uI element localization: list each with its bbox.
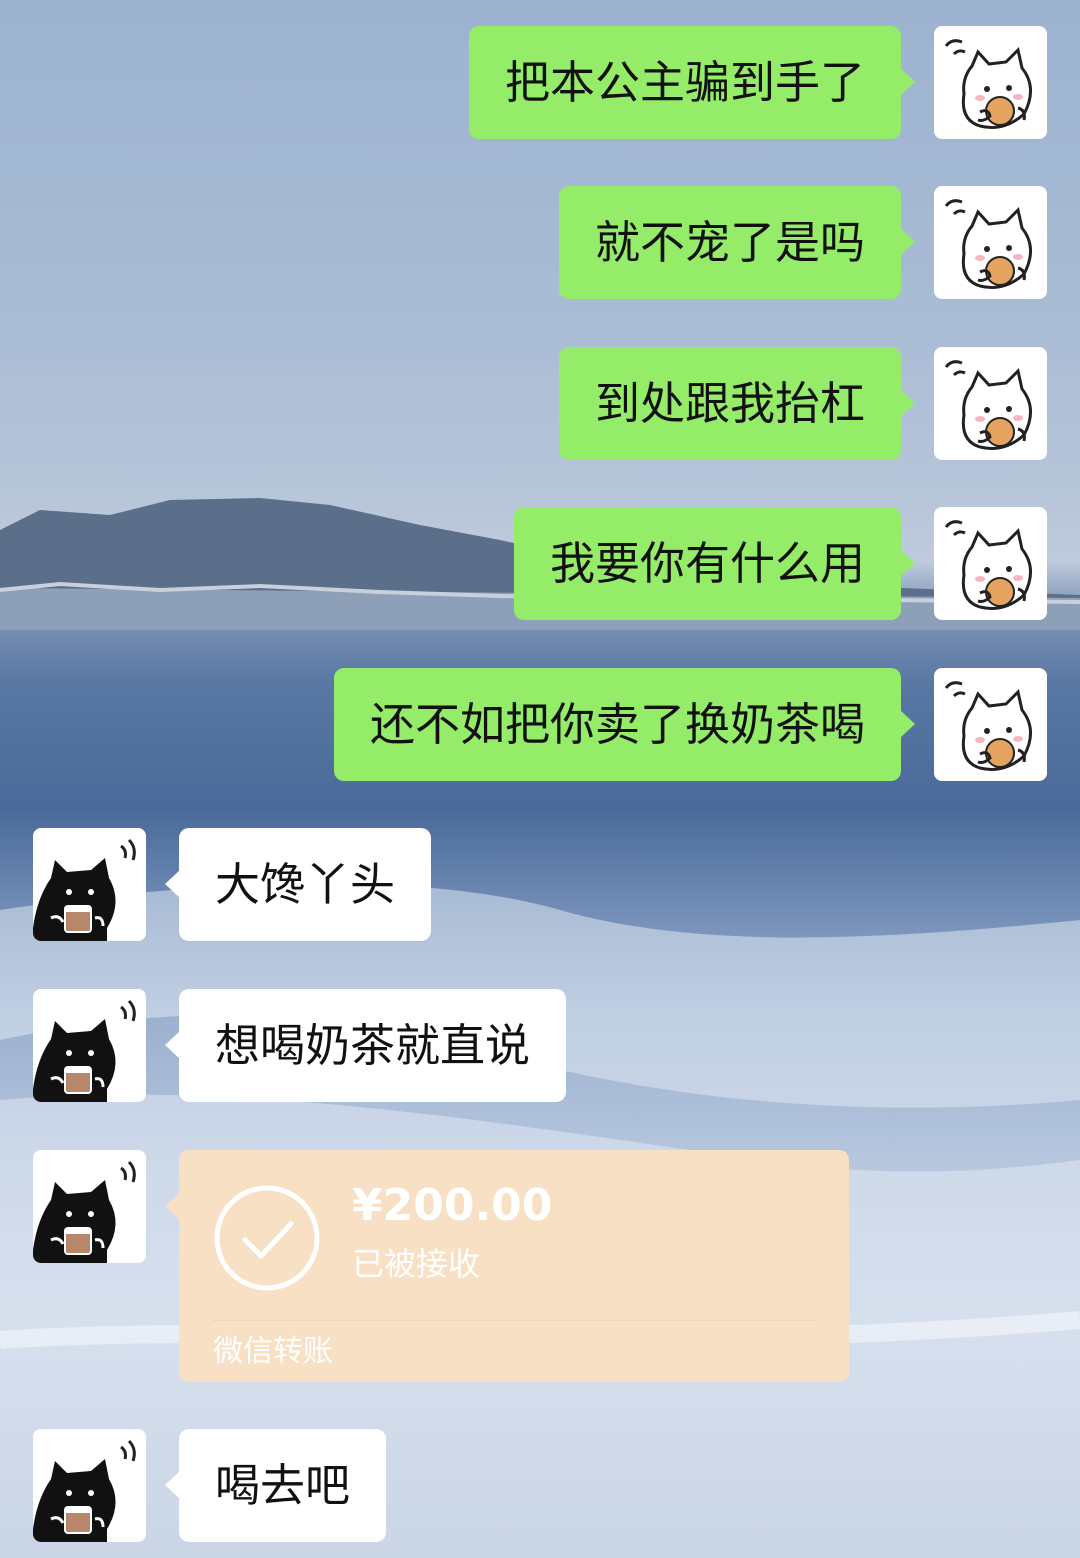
white-cat-icon (944, 199, 1032, 289)
black-cat-icon (33, 838, 136, 941)
message-bubble[interactable]: 我要你有什么用 (513, 507, 916, 620)
self-avatar[interactable] (934, 26, 1047, 139)
transfer-amount: ¥200.00 (352, 1180, 553, 1231)
transfer-brand-label: 微信转账 (213, 1334, 333, 1369)
white-cat-icon (944, 360, 1032, 450)
message-bubble[interactable]: 就不宠了是吗 (558, 186, 916, 299)
transfer-card[interactable]: ¥200.00 已被接收 微信转账 (165, 1150, 849, 1382)
self-avatar[interactable] (934, 507, 1047, 620)
self-avatar[interactable] (934, 186, 1047, 299)
message-bubble[interactable]: 把本公主骗到手了 (468, 26, 916, 139)
black-cat-icon (33, 1160, 136, 1263)
message-row-outgoing: 把本公主骗到手了 (468, 26, 1047, 139)
contact-avatar[interactable] (33, 1150, 146, 1263)
black-cat-icon (33, 1439, 136, 1542)
contact-avatar[interactable] (33, 989, 146, 1102)
black-cat-icon (33, 999, 136, 1102)
self-avatar[interactable] (934, 668, 1047, 781)
contact-avatar[interactable] (33, 828, 146, 941)
message-bubble[interactable]: 还不如把你卖了换奶茶喝 (333, 668, 916, 781)
white-cat-icon (944, 520, 1032, 610)
message-row-outgoing: 我要你有什么用 (513, 507, 1047, 620)
message-row-incoming: 想喝奶茶就直说 (33, 989, 567, 1102)
message-row-incoming: ¥200.00 已被接收 微信转账 (33, 1150, 849, 1382)
message-bubble[interactable]: 到处跟我抬杠 (558, 347, 916, 460)
message-row-incoming: 喝去吧 (33, 1429, 387, 1542)
message-row-outgoing: 还不如把你卖了换奶茶喝 (333, 668, 1047, 781)
white-cat-icon (944, 39, 1032, 129)
contact-avatar[interactable] (33, 1429, 146, 1542)
message-bubble[interactable]: 喝去吧 (164, 1429, 387, 1542)
message-row-incoming: 大馋丫头 (33, 828, 432, 941)
self-avatar[interactable] (934, 347, 1047, 460)
message-bubble[interactable]: 大馋丫头 (164, 828, 432, 941)
transfer-status: 已被接收 (352, 1245, 481, 1283)
check-circle-icon (214, 1185, 320, 1291)
white-cat-icon (944, 681, 1032, 771)
message-row-outgoing: 到处跟我抬杠 (558, 347, 1047, 460)
message-bubble[interactable]: 想喝奶茶就直说 (164, 989, 567, 1102)
message-row-outgoing: 就不宠了是吗 (558, 186, 1047, 299)
transfer-divider (213, 1320, 815, 1321)
